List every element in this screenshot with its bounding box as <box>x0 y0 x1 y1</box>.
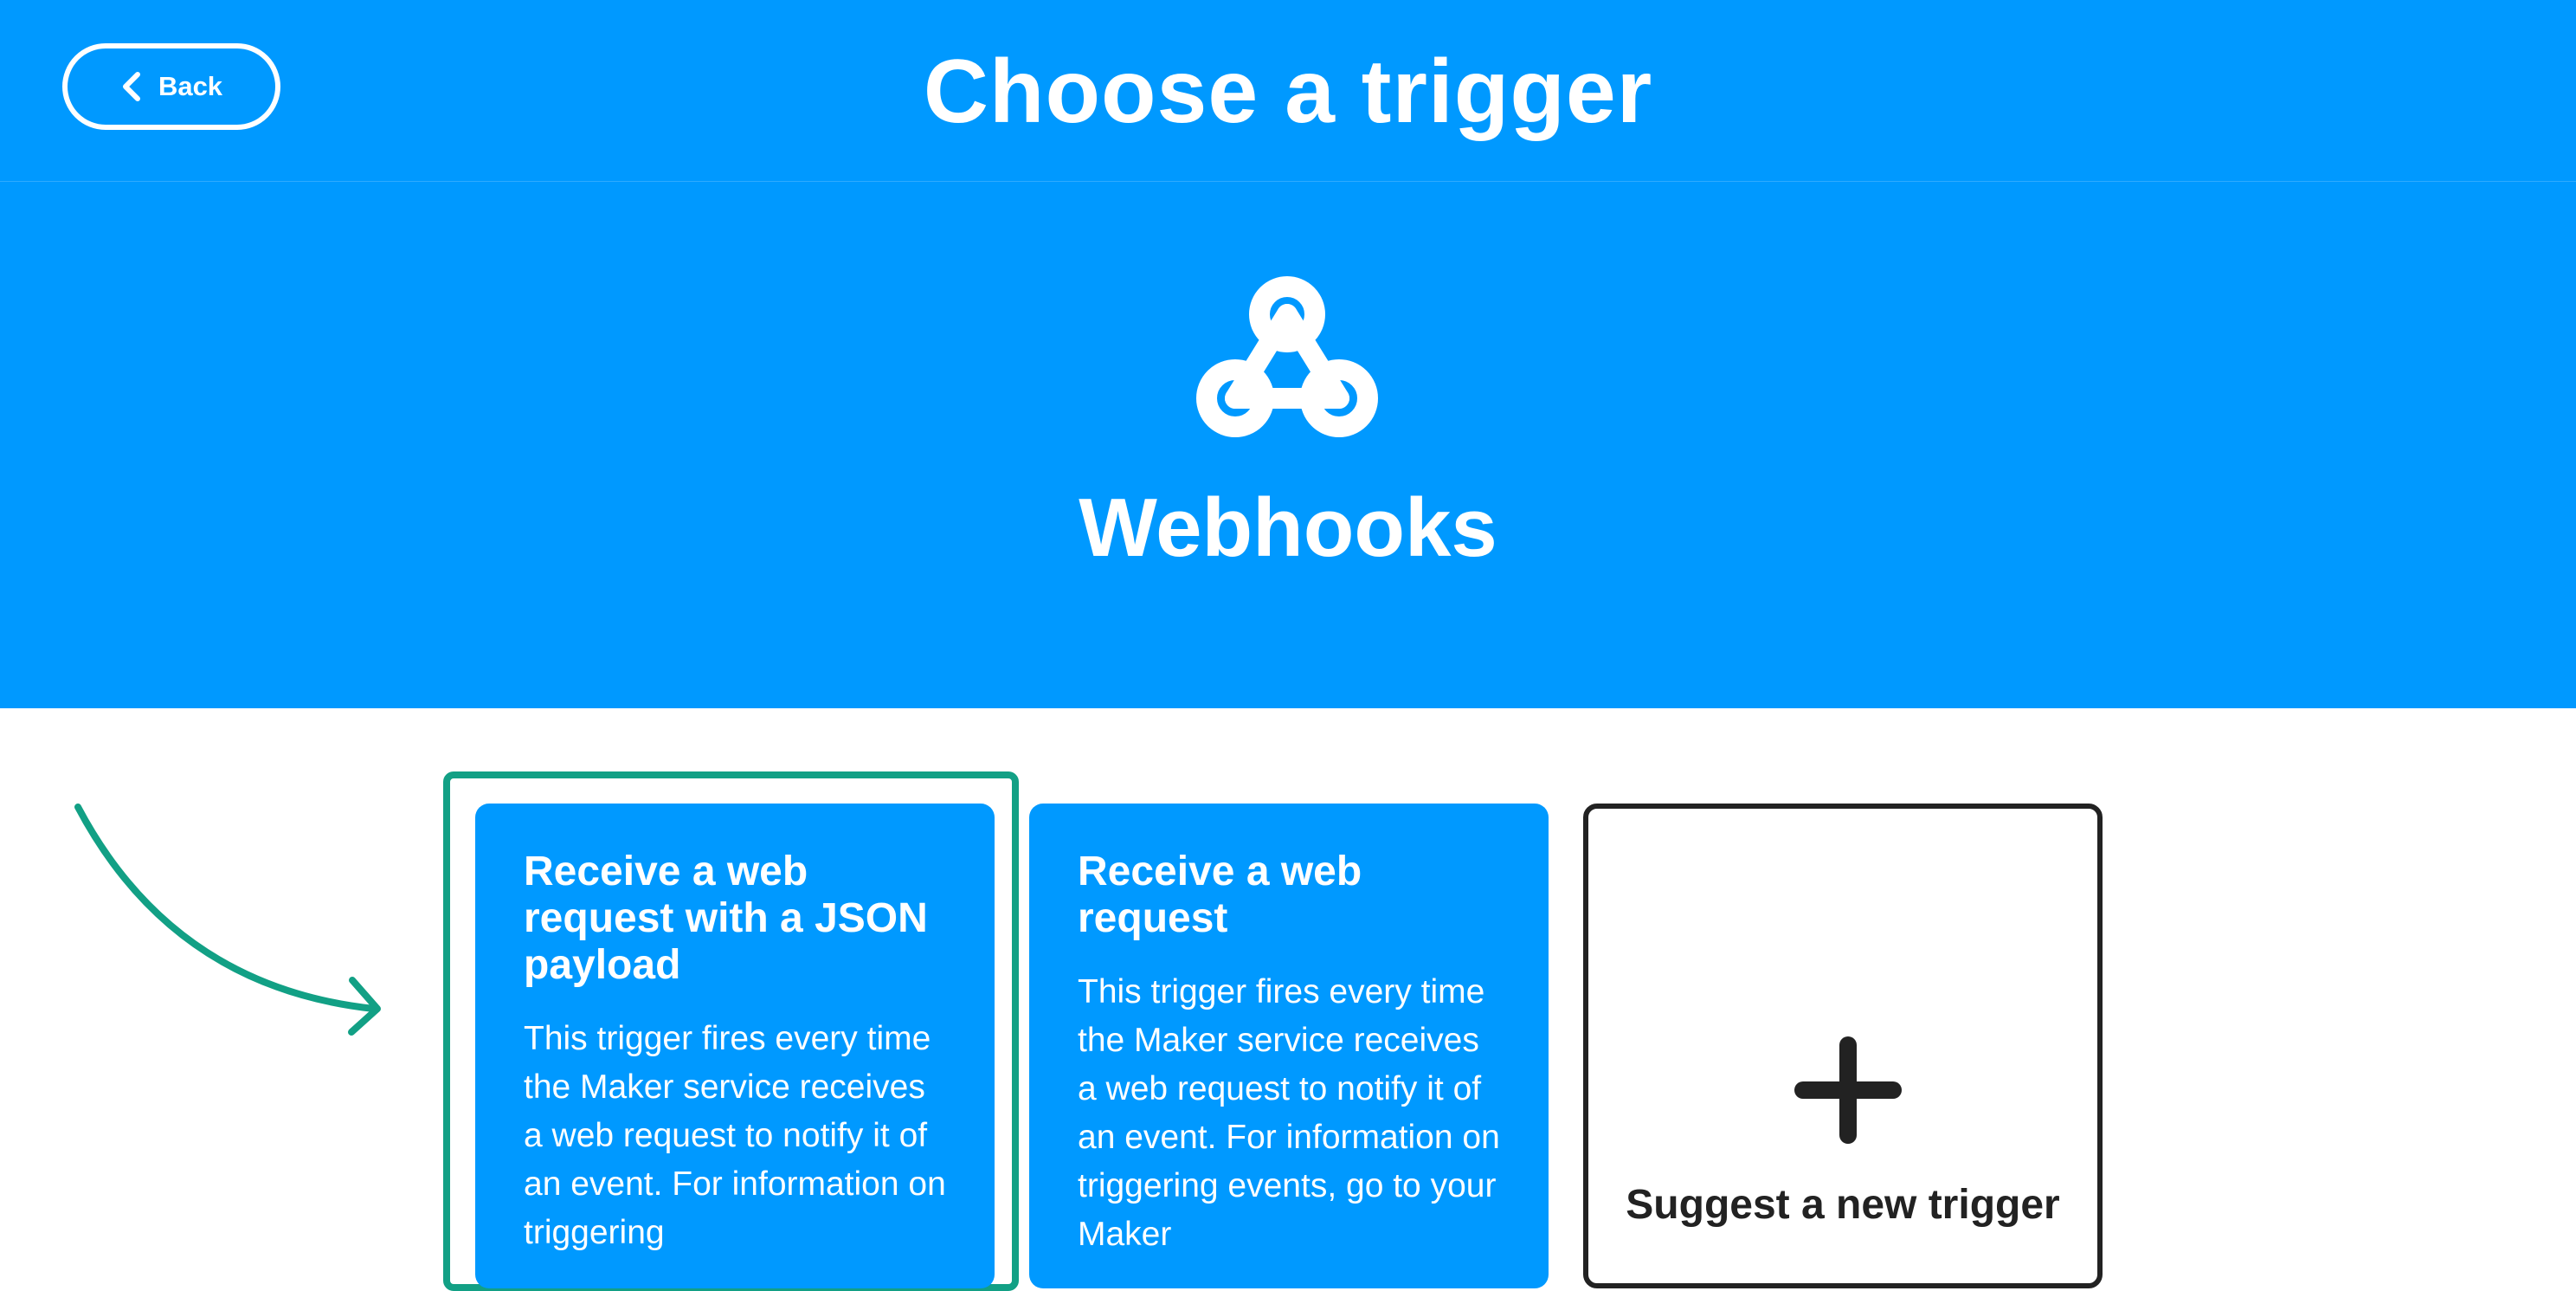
trigger-description: This trigger fires every time the Maker … <box>1078 973 1500 1253</box>
suggest-label: Suggest a new trigger <box>1626 1182 2060 1228</box>
top-bar: Back Choose a trigger <box>0 0 2576 182</box>
trigger-title: Receive a web request with a JSON payloa… <box>524 849 928 988</box>
page-title: Choose a trigger <box>923 42 1653 142</box>
service-hero: Webhooks <box>0 182 2576 708</box>
service-name: Webhooks <box>1079 481 1497 574</box>
trigger-card-web-request[interactable]: Receive a web request This trigger fires… <box>1029 804 1549 1288</box>
webhooks-icon <box>1196 276 1378 437</box>
trigger-card-json-payload[interactable]: Receive a web request with a JSON payloa… <box>475 804 995 1288</box>
trigger-description: This trigger fires every time the Maker … <box>524 1020 946 1251</box>
trigger-title: Receive a web request <box>1078 849 1362 941</box>
plus-icon <box>1794 1036 1902 1144</box>
curved-arrow-annotation <box>74 804 381 1036</box>
suggest-trigger-card[interactable]: Suggest a new trigger <box>1583 804 2103 1288</box>
